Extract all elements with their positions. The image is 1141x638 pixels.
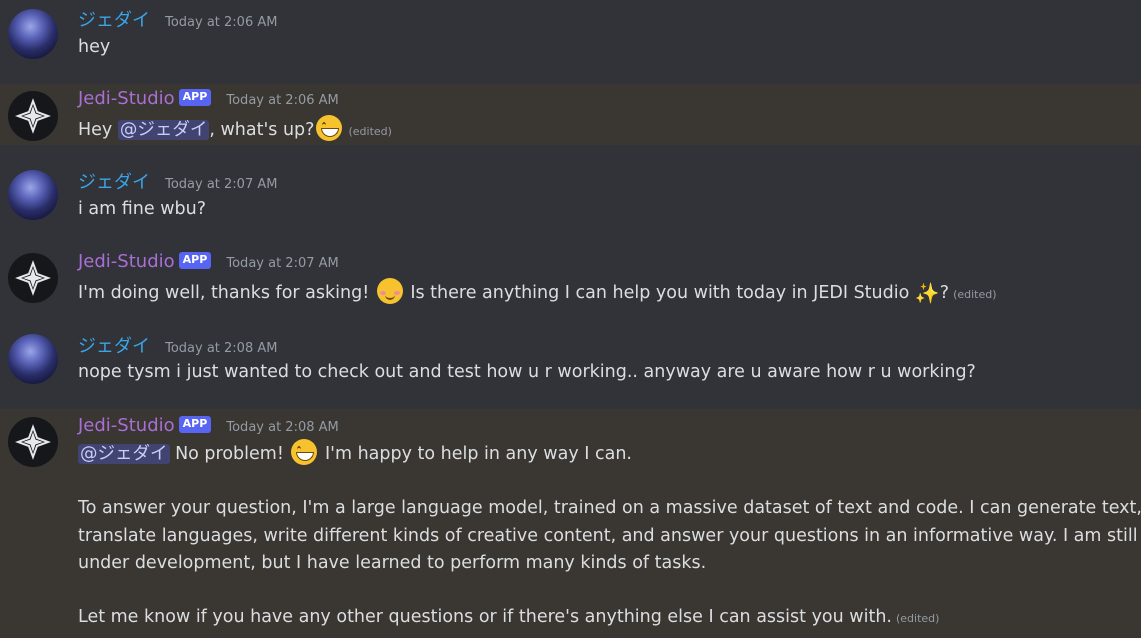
paragraph-line: translate languages, write different kin… [78, 525, 1138, 546]
bot-avatar[interactable] [8, 91, 58, 141]
smiling-blush-emoji-icon [376, 278, 403, 304]
user-mention[interactable]: @ジェダイ [117, 120, 210, 140]
text-part: No problem! [169, 444, 290, 464]
message-text: nope tysm i just wanted to check out and… [78, 362, 976, 382]
timestamp: Today at 2:06 AM [226, 93, 339, 108]
app-badge: APP [178, 89, 212, 106]
author-name[interactable]: ジェダイ [78, 172, 150, 193]
message-text: I'm doing well, thanks for asking! Is th… [78, 278, 997, 308]
timestamp: Today at 2:08 AM [226, 420, 339, 435]
user-avatar[interactable] [8, 334, 58, 384]
edited-label: (edited) [895, 612, 940, 625]
app-badge: APP [178, 416, 212, 433]
jedi-studio-logo-icon [15, 98, 51, 134]
grinning-emoji-icon [316, 115, 343, 141]
grinning-emoji-icon [291, 439, 318, 465]
author-name[interactable]: Jedi-Studio [78, 88, 175, 109]
author-name[interactable]: Jedi-Studio [78, 251, 175, 272]
timestamp: Today at 2:08 AM [165, 341, 278, 356]
message-text: i am fine wbu? [78, 199, 207, 219]
user-avatar[interactable] [8, 9, 58, 59]
user-avatar[interactable] [8, 170, 58, 220]
message-6[interactable]: Jedi-Studio APP Today at 2:08 AM @ジェダイ No… [0, 409, 1141, 638]
bot-avatar[interactable] [8, 253, 58, 303]
message-4[interactable]: Jedi-Studio APP Today at 2:07 AM I'm doin… [0, 229, 1141, 312]
user-mention[interactable]: @ジェダイ [78, 444, 170, 464]
text-part: Is there anything I can help you with to… [404, 283, 915, 303]
text-part: ? [939, 283, 950, 303]
author-name[interactable]: ジェダイ [78, 10, 150, 31]
timestamp: Today at 2:07 AM [165, 177, 278, 192]
timestamp: Today at 2:06 AM [165, 15, 278, 30]
message-last-line: Let me know if you have any other questi… [78, 604, 939, 632]
bot-avatar[interactable] [8, 417, 58, 467]
jedi-studio-logo-icon [15, 424, 51, 460]
message-paragraph: To answer your question, I'm a large lan… [78, 495, 1141, 578]
message-5[interactable]: ジェダイ Today at 2:08 AM nope tysm i just w… [0, 312, 1141, 409]
paragraph-line: under development, but I have learned to… [78, 553, 707, 573]
edited-label: (edited) [348, 125, 392, 138]
app-badge: APP [178, 252, 212, 269]
edited-label: (edited) [953, 288, 997, 301]
text-part: I'm doing well, thanks for asking! [78, 283, 375, 303]
author-name[interactable]: ジェダイ [78, 336, 150, 357]
paragraph-line: To answer your question, I'm a large lan… [78, 498, 1141, 518]
timestamp: Today at 2:07 AM [226, 256, 339, 271]
sparkles-emoji-icon: ✨ [914, 281, 940, 305]
text-part: , what's up? [209, 120, 315, 140]
message-first-line: @ジェダイ No problem! I'm happy to help in a… [78, 439, 632, 468]
message-3[interactable]: ジェダイ Today at 2:07 AM i am fine wbu? [0, 145, 1141, 229]
message-text: hey [78, 37, 111, 57]
text-part: Let me know if you have any other questi… [78, 607, 892, 627]
text-part: Hey [78, 120, 118, 140]
message-1[interactable]: ジェダイ Today at 2:06 AM hey [0, 0, 1141, 84]
text-part: I'm happy to help in any way I can. [319, 444, 632, 464]
message-2[interactable]: Jedi-Studio APP Today at 2:06 AM Hey @ジェダ… [0, 84, 1141, 145]
author-name[interactable]: Jedi-Studio [78, 415, 175, 436]
message-text: Hey @ジェダイ, what's up? (edited) [78, 115, 392, 145]
jedi-studio-logo-icon [15, 260, 51, 296]
